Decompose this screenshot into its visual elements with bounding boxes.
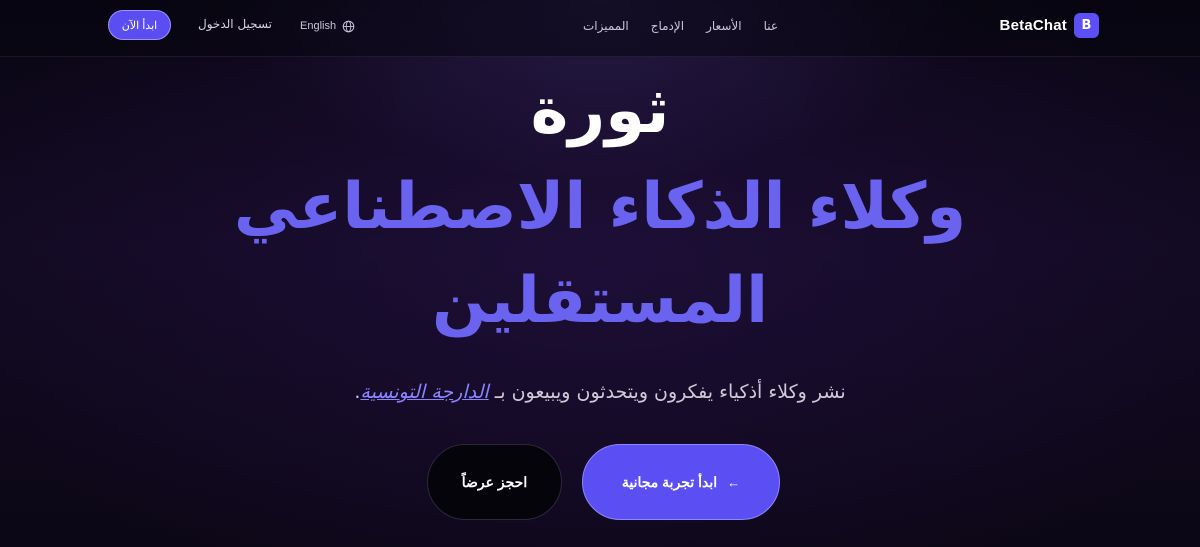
login-link[interactable]: تسجيل الدخول (198, 17, 272, 31)
globe-icon (342, 20, 355, 32)
hero-subtitle: نشر وكلاء أذكياء يفكرون ويتحدثون ويبيعون… (0, 378, 1200, 406)
logo-mark: B (1074, 13, 1099, 38)
nav-link-features[interactable]: المميزات (583, 19, 629, 33)
start-now-button[interactable]: ابدأ الآن (108, 10, 171, 40)
subtitle-text: نشر وكلاء أذكياء يفكرون ويتحدثون ويبيعون… (488, 381, 846, 403)
nav-link-pricing[interactable]: الأسعار (706, 19, 741, 33)
free-trial-label: ابدأ تجربة مجانية (621, 473, 718, 490)
nav-link-integration[interactable]: الإدماج (651, 19, 684, 33)
nav-link-about[interactable]: عنا (764, 19, 778, 33)
language-label: English (300, 20, 337, 32)
hero-title-line1: ثورة (530, 74, 670, 148)
landing-page: B BetaChat المميزات الإدماج الأسعار عنا … (0, 0, 1200, 547)
arrow-left-icon: ← (727, 474, 741, 490)
hero-title-line3: المستقلين (431, 264, 769, 338)
free-trial-button[interactable]: ابدأ تجربة مجانية ← (582, 444, 780, 520)
hero-section: ثورة وكلاء الذكاء الاصطناعي المستقلين نش… (0, 57, 1200, 547)
language-switcher[interactable]: English (300, 17, 355, 35)
top-navbar: B BetaChat المميزات الإدماج الأسعار عنا … (0, 0, 1200, 57)
brand-name: BetaChat (999, 17, 1067, 34)
subtitle-dialect-link[interactable]: الدارجة التونسية (360, 381, 488, 403)
brand-logo[interactable]: B BetaChat (1000, 13, 1099, 38)
nav-links: المميزات الإدماج الأسعار عنا (583, 17, 778, 35)
book-demo-button[interactable]: احجز عرضاً (427, 444, 562, 520)
hero-title-line2: وكلاء الذكاء الاصطناعي (233, 170, 967, 244)
